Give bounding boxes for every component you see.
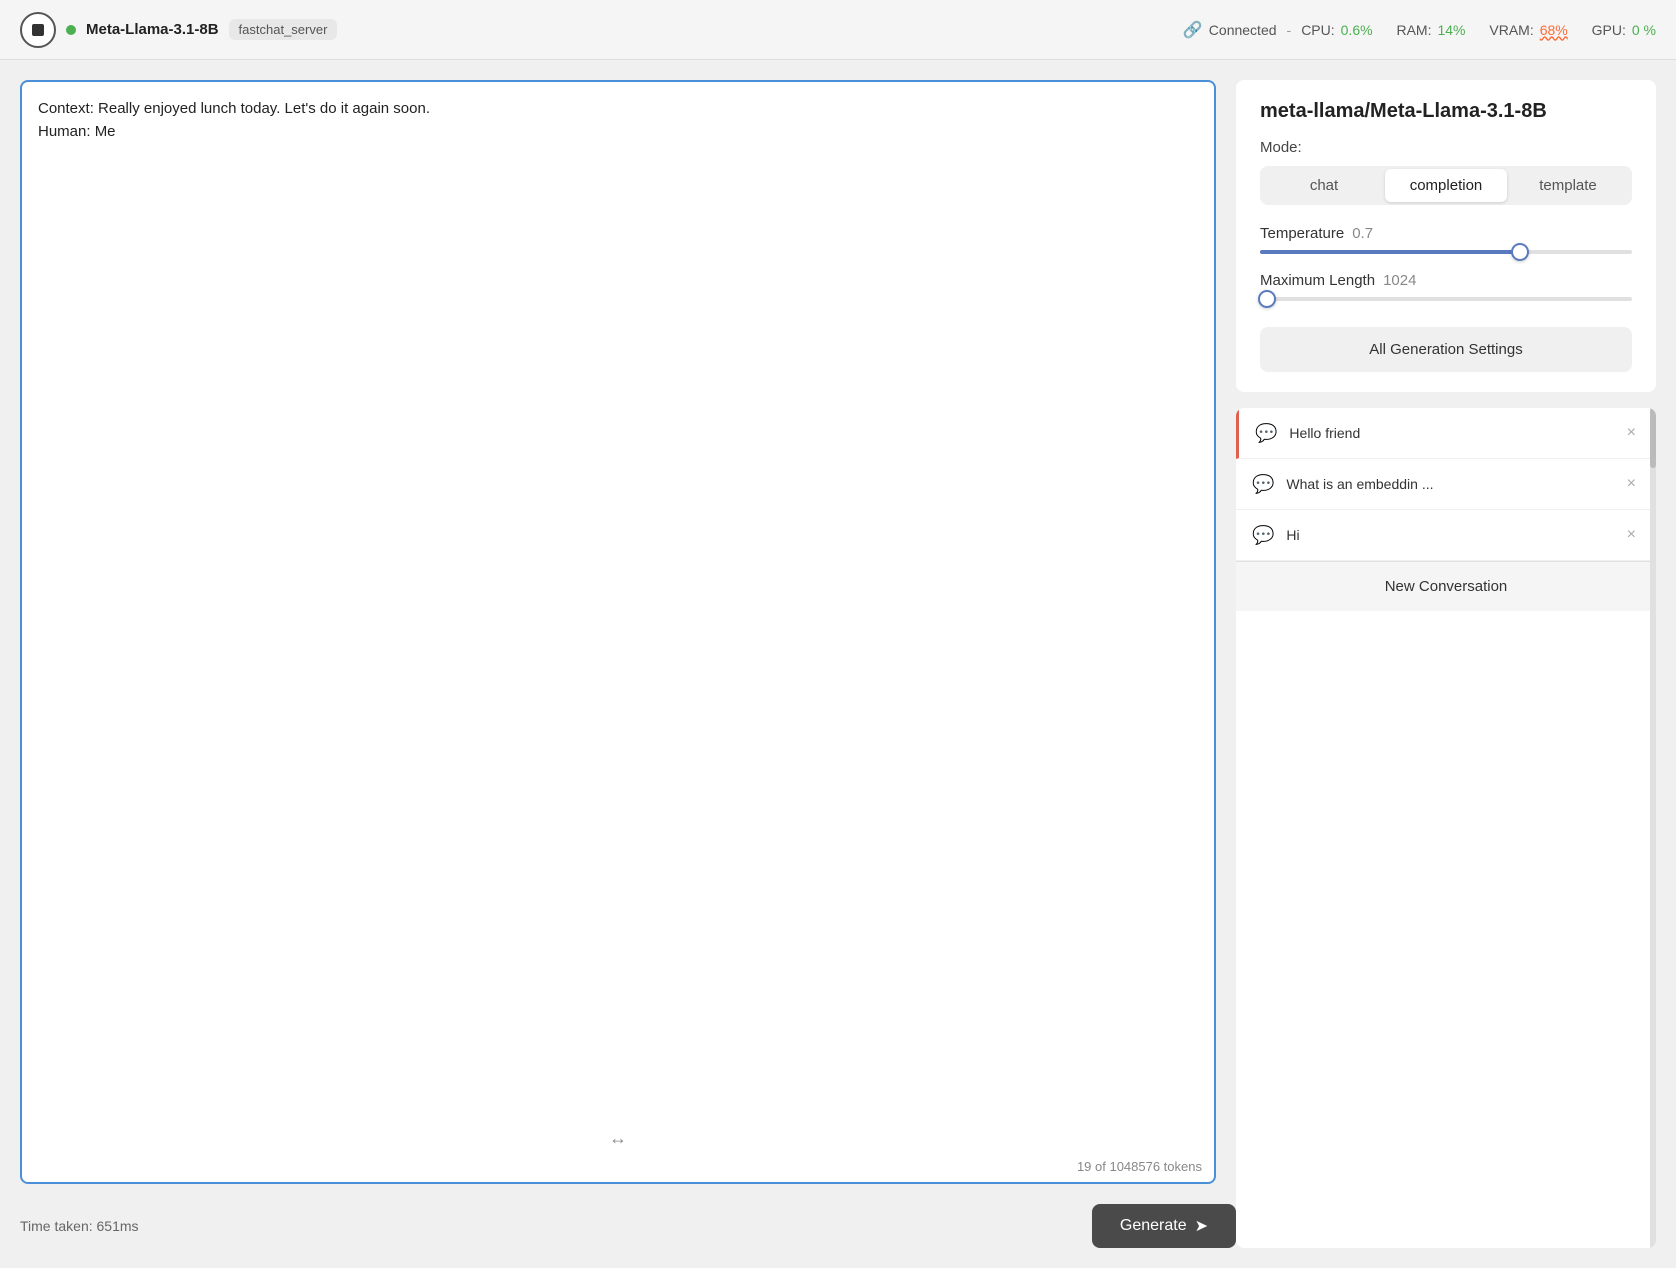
stop-button[interactable]: [20, 12, 56, 48]
mode-tabs: chat completion template: [1260, 166, 1632, 205]
max-length-slider[interactable]: [1260, 297, 1632, 301]
scrollbar-thumb[interactable]: [1650, 408, 1656, 468]
server-badge: fastchat_server: [229, 19, 338, 40]
conversation-close-button[interactable]: ×: [1623, 422, 1640, 444]
prompt-panel: ↔ 19 of 1048576 tokens: [20, 80, 1216, 1184]
right-panel: meta-llama/Meta-Llama-3.1-8B Mode: chat …: [1236, 80, 1656, 1248]
connection-status: Connected: [1209, 22, 1277, 38]
conversations-panel: 💬Hello friend×💬What is an embeddin ...×💬…: [1236, 408, 1656, 1248]
gpu-label: GPU:: [1592, 22, 1626, 38]
mode-tab-template[interactable]: template: [1507, 169, 1629, 202]
vram-value: 68%: [1540, 22, 1568, 38]
model-name: Meta-Llama-3.1-8B: [86, 21, 219, 38]
conversation-icon: 💬: [1252, 474, 1274, 495]
cpu-value: 0.6%: [1341, 22, 1373, 38]
mode-label: Mode:: [1260, 139, 1632, 156]
max-length-label: Maximum Length: [1260, 272, 1375, 289]
connection-icon: 🔗: [1183, 20, 1203, 40]
conversation-title: Hi: [1286, 527, 1610, 543]
conversation-item[interactable]: 💬 Hi ×: [1236, 510, 1656, 561]
send-icon: ➤: [1195, 1216, 1208, 1236]
temperature-label: Temperature: [1260, 225, 1344, 242]
conversation-close-button[interactable]: ×: [1623, 524, 1640, 546]
token-count: 19 of 1048576 tokens: [22, 1155, 1214, 1182]
new-conversation-button[interactable]: New Conversation: [1236, 561, 1656, 611]
conversation-close-button[interactable]: ×: [1623, 473, 1640, 495]
max-length-value: 1024: [1383, 272, 1416, 289]
topbar: Meta-Llama-3.1-8B fastchat_server 🔗 Conn…: [0, 0, 1676, 60]
time-taken: Time taken: 651ms: [20, 1218, 139, 1234]
temperature-fill: [1260, 250, 1520, 254]
conversations-list: 💬Hello friend×💬What is an embeddin ...×💬…: [1236, 408, 1656, 561]
generate-button[interactable]: Generate ➤: [1092, 1204, 1236, 1248]
conversation-icon: 💬: [1252, 525, 1274, 546]
mode-tab-completion[interactable]: completion: [1385, 169, 1507, 202]
temperature-slider[interactable]: [1260, 250, 1632, 254]
generate-label: Generate: [1120, 1217, 1187, 1235]
stop-icon: [32, 24, 44, 36]
model-title: meta-llama/Meta-Llama-3.1-8B: [1260, 100, 1632, 123]
conversation-title: What is an embeddin ...: [1286, 476, 1610, 492]
all-settings-button[interactable]: All Generation Settings: [1260, 327, 1632, 372]
temperature-thumb[interactable]: [1511, 243, 1529, 261]
cpu-label: CPU:: [1301, 22, 1334, 38]
status-indicator: [66, 25, 76, 35]
conversation-item[interactable]: 💬 What is an embeddin ... ×: [1236, 459, 1656, 510]
temperature-value: 0.7: [1352, 225, 1373, 242]
prompt-input[interactable]: [22, 82, 1214, 1122]
max-length-thumb[interactable]: [1258, 290, 1276, 308]
ram-label: RAM:: [1396, 22, 1431, 38]
scrollbar-track: [1650, 408, 1656, 1248]
ram-value: 14%: [1437, 22, 1465, 38]
settings-section: meta-llama/Meta-Llama-3.1-8B Mode: chat …: [1236, 80, 1656, 392]
conversation-icon: 💬: [1255, 423, 1277, 444]
bottom-bar: Time taken: 651ms Generate ➤: [20, 1194, 1236, 1248]
conversation-title: Hello friend: [1289, 425, 1610, 441]
gpu-value: 0 %: [1632, 22, 1656, 38]
main-layout: ↔ 19 of 1048576 tokens Time taken: 651ms…: [0, 60, 1676, 1268]
topbar-stats: 🔗 Connected - CPU: 0.6% RAM: 14% VRAM: 6…: [1183, 20, 1656, 40]
temperature-param: Temperature 0.7: [1260, 225, 1632, 254]
conversation-item[interactable]: 💬 Hello friend ×: [1236, 408, 1656, 459]
left-column: ↔ 19 of 1048576 tokens Time taken: 651ms…: [20, 80, 1236, 1248]
topbar-left: Meta-Llama-3.1-8B fastchat_server: [20, 12, 337, 48]
resize-handle[interactable]: ↔: [22, 1122, 1214, 1155]
vram-label: VRAM:: [1489, 22, 1533, 38]
mode-tab-chat[interactable]: chat: [1263, 169, 1385, 202]
max-length-param: Maximum Length 1024: [1260, 272, 1632, 301]
